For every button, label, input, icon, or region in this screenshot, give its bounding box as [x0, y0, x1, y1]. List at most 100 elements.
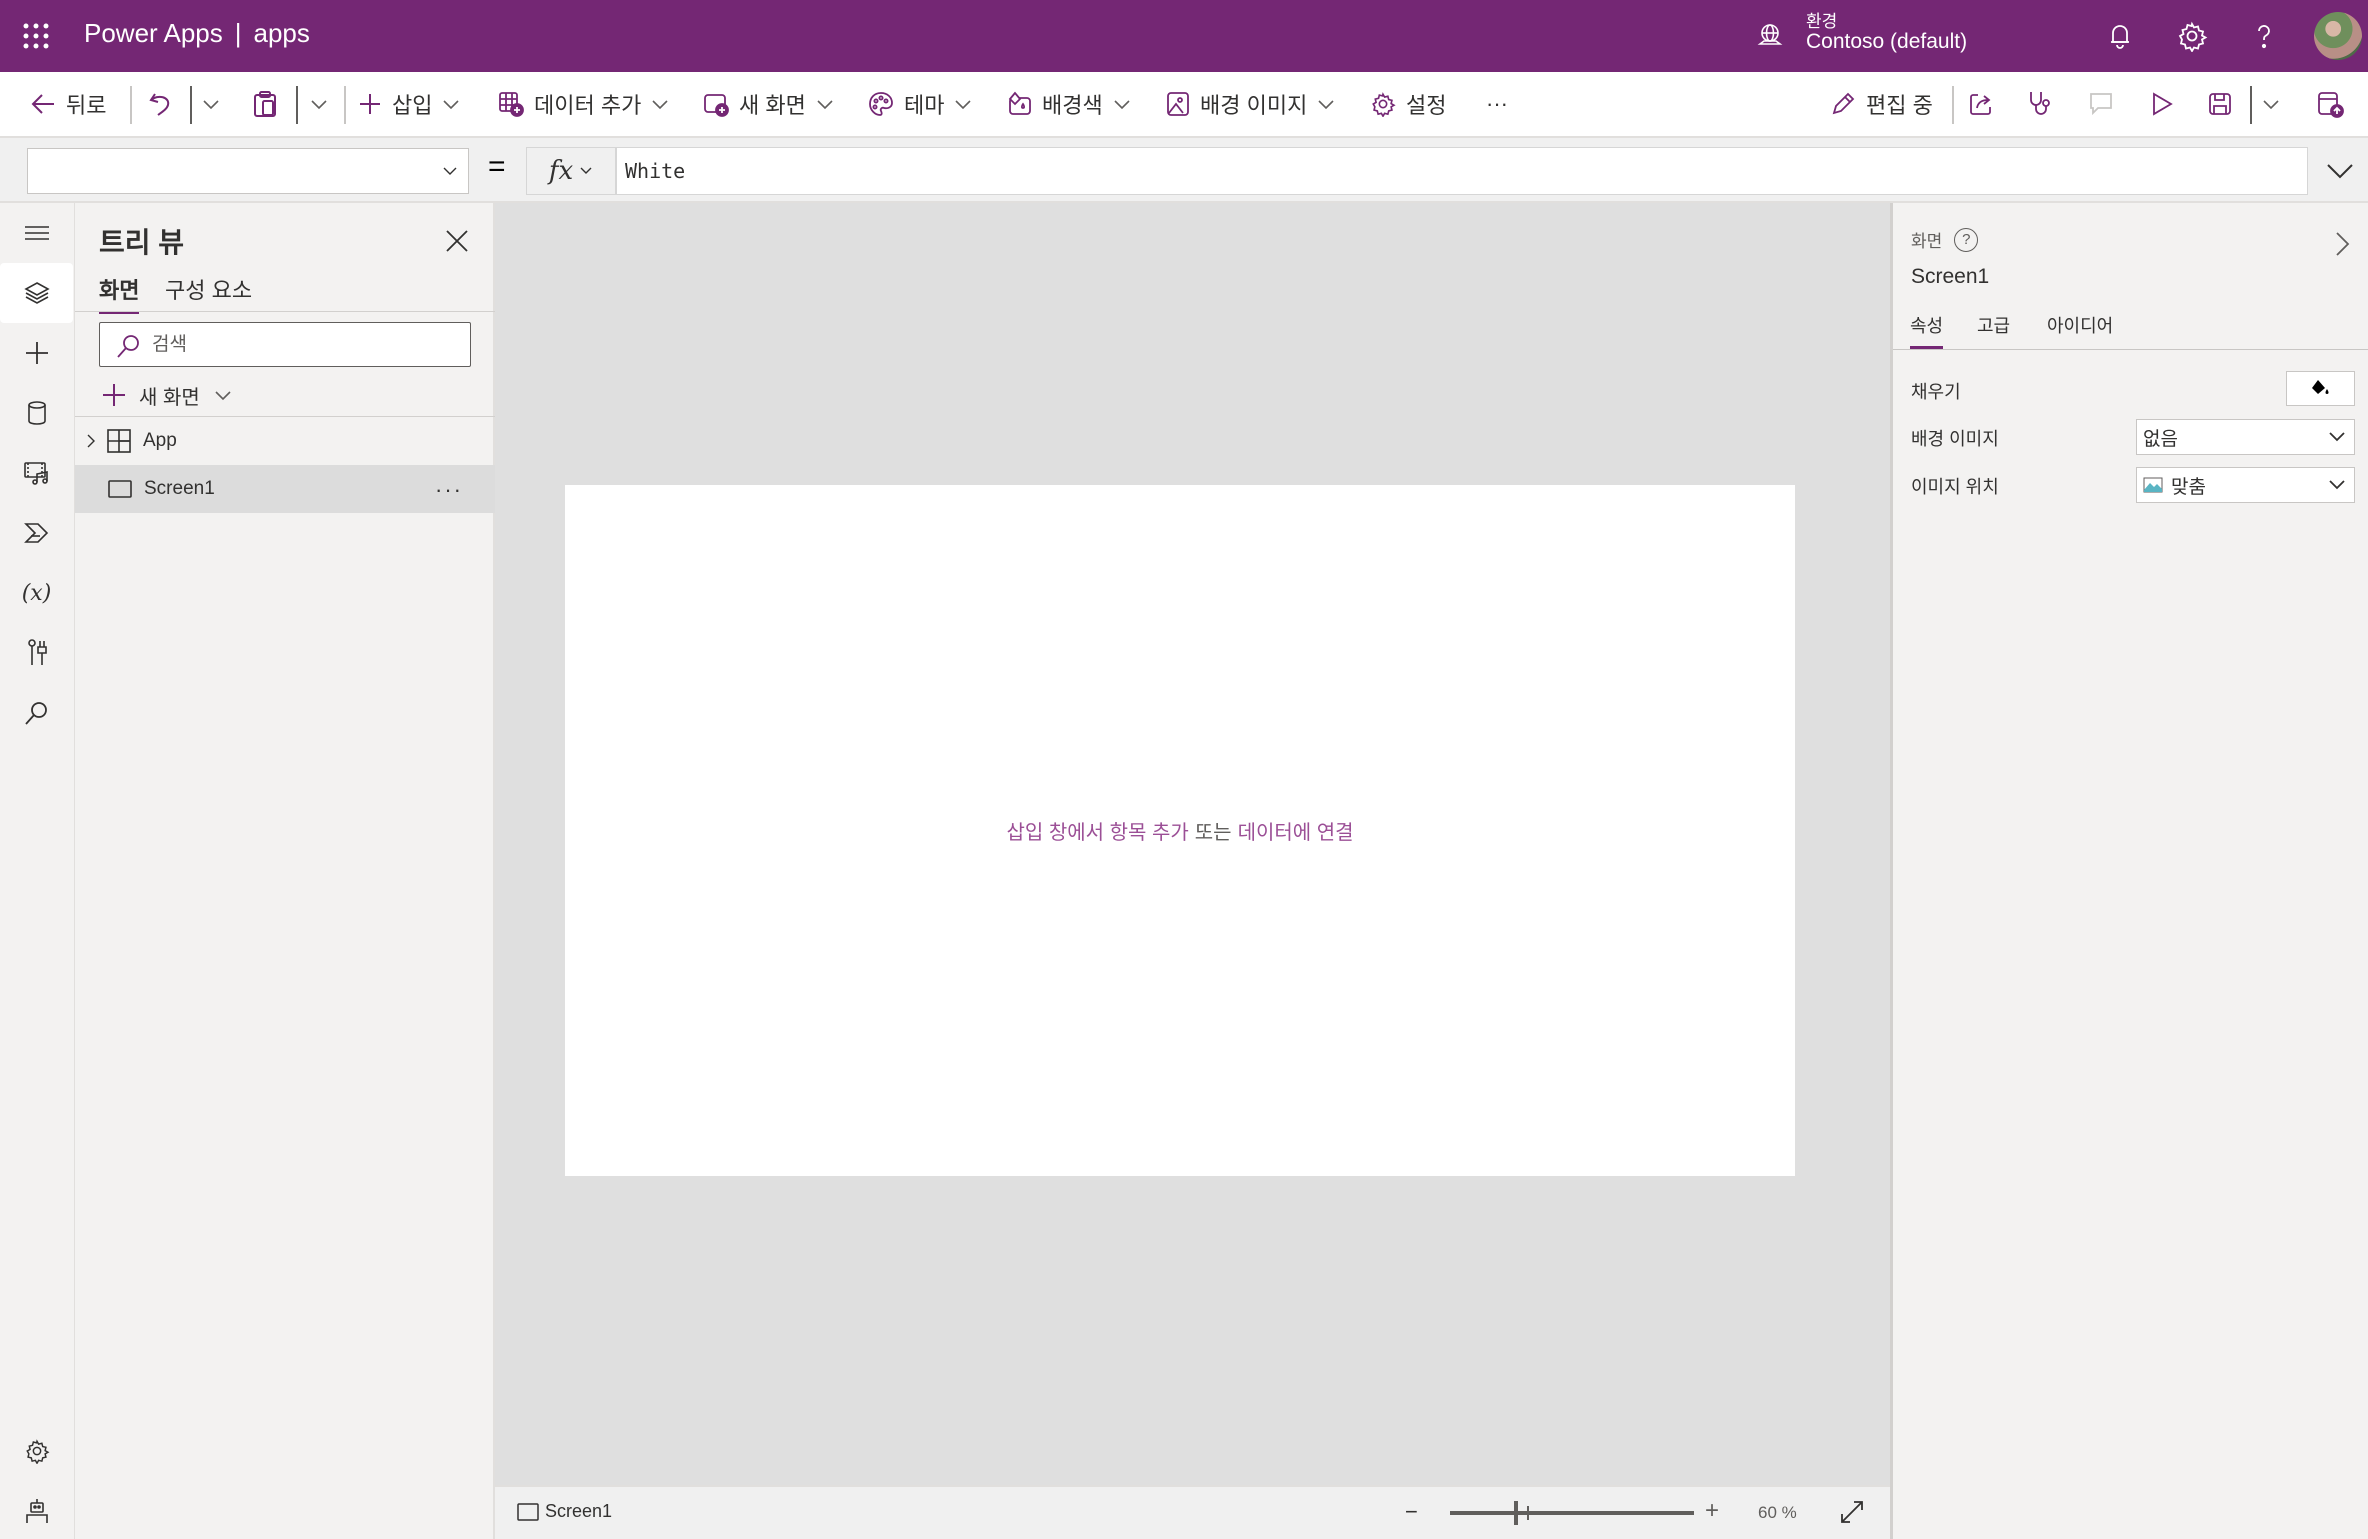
environment-picker[interactable]: Contoso (default)	[1806, 30, 1967, 54]
tree-item-label: App	[143, 430, 177, 451]
save-dropdown[interactable]	[2262, 72, 2280, 136]
paste-dropdown[interactable]	[310, 72, 328, 136]
tab-advanced[interactable]: 고급	[1977, 312, 2010, 346]
media-icon[interactable]	[0, 443, 73, 503]
save-button[interactable]	[2208, 72, 2232, 136]
zoom-slider-thumb[interactable]	[1514, 1501, 1518, 1525]
formula-input[interactable]	[616, 147, 2308, 195]
undo-button[interactable]	[148, 72, 174, 136]
comments-button[interactable]	[2088, 72, 2114, 136]
environment-globe-icon[interactable]	[1756, 22, 1784, 50]
tree-search-box[interactable]	[99, 322, 471, 367]
fit-to-window-expand-icon[interactable]	[1837, 1497, 1867, 1527]
plus-icon	[103, 384, 125, 406]
close-icon[interactable]	[443, 227, 471, 255]
add-data-button[interactable]: 데이터 추가	[498, 72, 669, 136]
help-circle-icon[interactable]: ?	[1954, 227, 1979, 252]
tab-divider	[1893, 349, 2368, 350]
tab-components[interactable]: 구성 요소	[165, 273, 252, 311]
power-automate-icon[interactable]	[0, 503, 73, 563]
app-launcher-waffle-icon[interactable]	[22, 22, 50, 50]
more-options-ellipsis-icon[interactable]: ···	[435, 477, 463, 503]
hint-or-text: 또는	[1194, 822, 1232, 844]
fill-color-picker[interactable]	[2286, 371, 2355, 406]
variables-icon[interactable]: (x)	[0, 563, 73, 623]
insert-plus-icon[interactable]	[0, 323, 73, 383]
app-checker-button[interactable]	[2028, 72, 2054, 136]
add-screen-icon	[704, 94, 729, 117]
copilot-bot-icon[interactable]	[0, 1481, 73, 1539]
palette-icon	[869, 92, 893, 116]
plus-icon	[360, 94, 380, 114]
search-magnifier-icon[interactable]	[0, 683, 73, 743]
control-type-label: 화면	[1911, 232, 1943, 251]
tree-item-app[interactable]: App	[75, 417, 495, 465]
preview-play-button[interactable]	[2150, 72, 2174, 136]
background-image-dropdown[interactable]: 없음	[2136, 419, 2355, 455]
data-database-icon[interactable]	[0, 383, 73, 443]
back-label: 뒤로	[66, 93, 107, 118]
insert-button[interactable]: 삽입	[358, 72, 460, 136]
notifications-bell-icon[interactable]	[2104, 20, 2136, 52]
toolbar-divider	[2250, 86, 2252, 124]
add-from-insert-pane-link[interactable]: 삽입 창에서 항목 추가	[1006, 816, 1188, 845]
tree-item-screen1[interactable]: Screen1 ···	[75, 465, 495, 513]
settings-button[interactable]: 설정	[1370, 72, 1446, 136]
left-nav-rail: (x)	[0, 203, 75, 1539]
undo-dropdown[interactable]	[202, 72, 220, 136]
zoom-percent-label: 60 %	[1758, 1503, 1797, 1522]
settings-gear-icon[interactable]	[0, 1421, 73, 1481]
share-button[interactable]	[1968, 72, 1994, 136]
collapse-menu-hamburger-icon[interactable]	[0, 203, 73, 263]
user-avatar[interactable]	[2314, 12, 2362, 60]
more-ellipsis-icon: ···	[1486, 91, 1508, 116]
tree-new-screen-button[interactable]: 새 화면	[101, 375, 232, 415]
settings-gear-icon[interactable]	[2176, 20, 2208, 52]
back-button[interactable]: 뒤로	[30, 72, 106, 136]
zoom-slider[interactable]	[1450, 1501, 1694, 1525]
tree-search-input[interactable]	[152, 323, 452, 366]
tab-screens[interactable]: 화면	[99, 273, 140, 314]
property-selector-dropdown[interactable]	[27, 148, 469, 194]
search-icon	[117, 335, 139, 358]
background-image-button[interactable]: 배경 이미지	[1166, 72, 1335, 136]
background-color-button[interactable]: 배경색	[1006, 72, 1131, 136]
screen1-canvas[interactable]: 삽입 창에서 항목 추가 또는 데이터에 연결	[565, 485, 1795, 1176]
theme-button[interactable]: 테마	[868, 72, 972, 136]
tree-view-layers-icon[interactable]	[0, 263, 73, 323]
chevron-right-icon[interactable]	[85, 433, 97, 449]
publish-icon	[2318, 92, 2344, 118]
new-screen-button[interactable]: 새 화면	[703, 72, 834, 136]
control-name[interactable]: Screen1	[1911, 265, 1989, 289]
zoom-in-button[interactable]: +	[1705, 1497, 1719, 1525]
current-screen-selector[interactable]: Screen1	[517, 1501, 612, 1522]
product-name[interactable]: Power Apps	[84, 18, 223, 48]
connect-to-data-link[interactable]: 데이터에 연결	[1238, 816, 1354, 845]
advanced-tools-icon[interactable]	[0, 623, 73, 683]
background-color-label: 배경색	[1042, 93, 1103, 118]
image-position-label: 이미지 위치	[1911, 477, 1999, 497]
more-commands-button[interactable]: ···	[1486, 72, 1508, 136]
collapse-panel-chevron-right-icon[interactable]	[2333, 229, 2353, 259]
formula-bar: = fx	[0, 138, 2368, 203]
editing-mode-button[interactable]: 편집 중	[1830, 72, 1933, 136]
image-position-value: 맞춤	[2171, 476, 2206, 498]
publish-button[interactable]	[2316, 72, 2344, 136]
title-separator: |	[234, 18, 242, 48]
image-position-dropdown[interactable]: 맞춤	[2136, 467, 2355, 503]
tab-properties[interactable]: 속성	[1910, 312, 1944, 349]
canvas-workspace: 삽입 창에서 항목 추가 또는 데이터에 연결	[495, 203, 1890, 1485]
paste-button[interactable]	[252, 72, 278, 136]
help-question-icon[interactable]	[2248, 20, 2280, 52]
fill-label: 채우기	[1911, 382, 1961, 402]
editing-label: 편집 중	[1866, 93, 1933, 118]
tree-view-title: 트리 뷰	[99, 227, 185, 258]
chevron-down-icon	[817, 100, 833, 110]
undo-icon	[149, 93, 170, 116]
expand-formula-chevron-icon[interactable]	[2322, 156, 2358, 186]
zoom-out-button[interactable]: −	[1405, 1499, 1418, 1525]
function-fx-button[interactable]: fx	[526, 147, 616, 195]
tab-ideas[interactable]: 아이디어	[2047, 312, 2113, 346]
background-image-value: 없음	[2143, 428, 2178, 450]
command-toolbar: 뒤로 삽입 데이터 추가 새 화면 테마 배경색 배경 이미지 설정 ··· 편…	[0, 72, 2368, 138]
